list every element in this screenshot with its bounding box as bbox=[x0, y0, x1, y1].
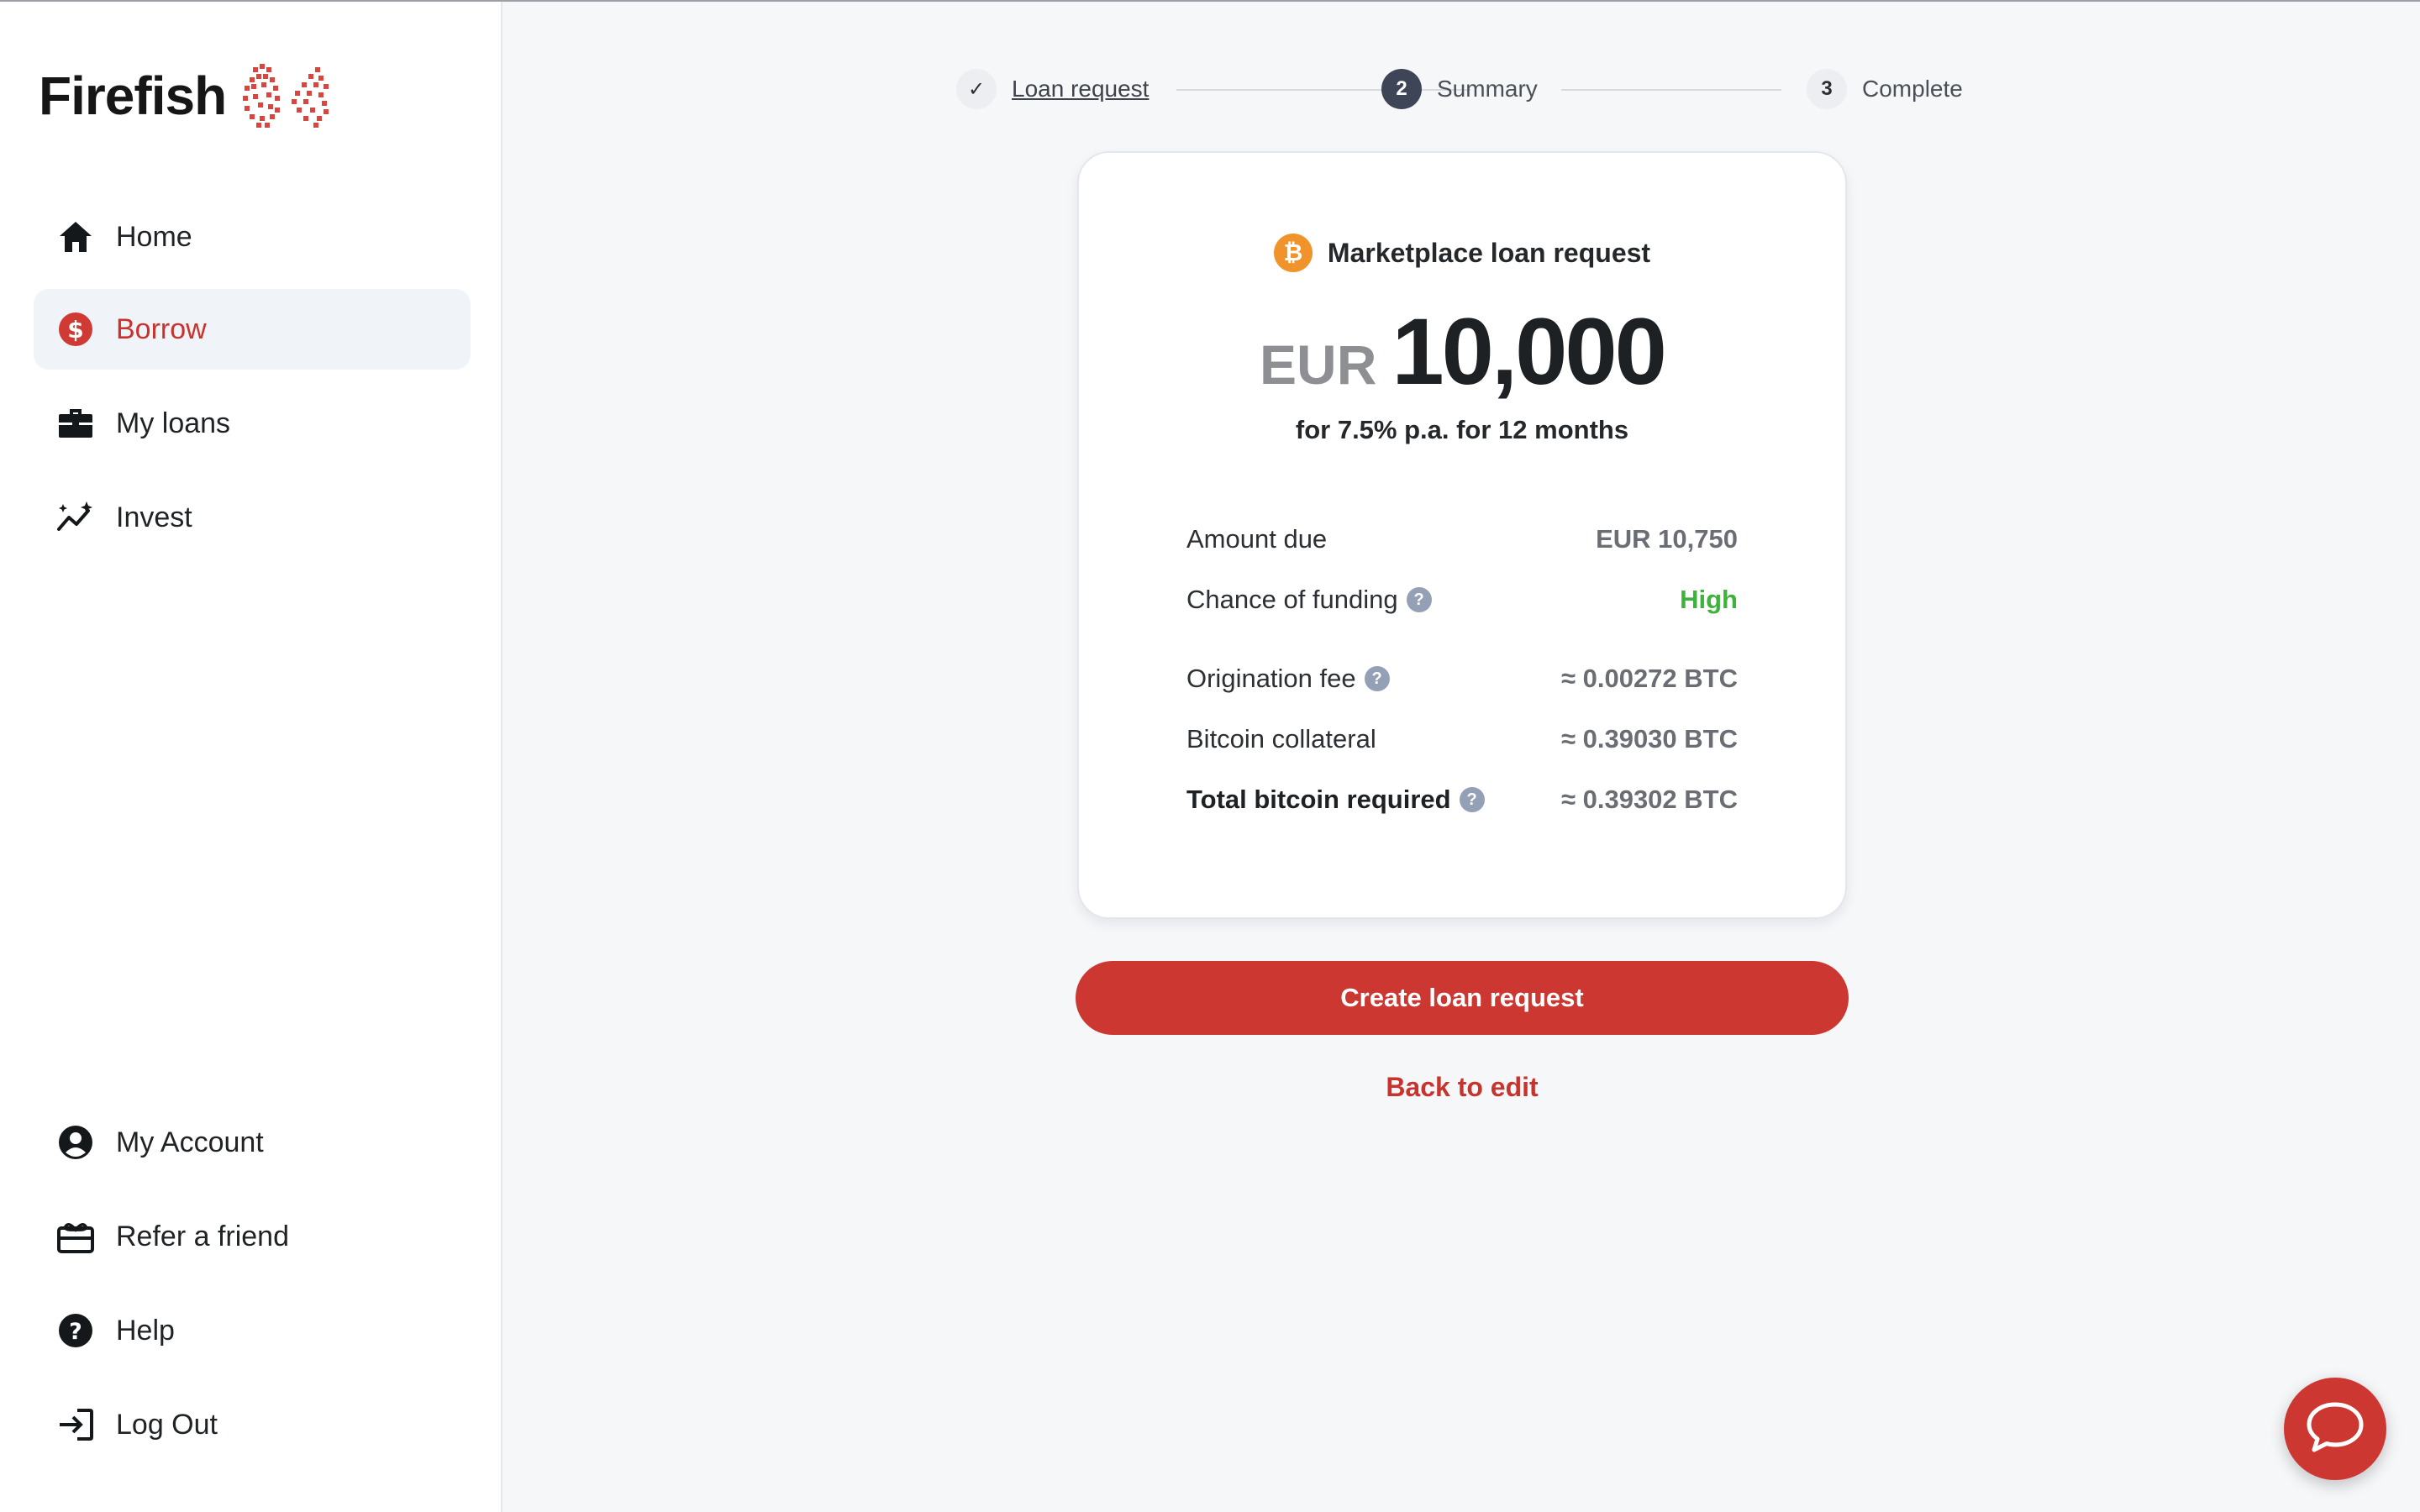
row-label: Chance of funding bbox=[1186, 585, 1398, 614]
loan-terms: for 7.5% p.a. for 12 months bbox=[1295, 415, 1629, 444]
step-loan-request[interactable]: ✓ Loan request bbox=[956, 67, 1149, 111]
home-icon bbox=[54, 215, 97, 259]
row-label-wrap: Chance of funding ? bbox=[1186, 585, 1432, 615]
sidebar-item-refer-a-friend[interactable]: Refer a friend bbox=[34, 1196, 471, 1277]
step-connector bbox=[1561, 89, 1781, 91]
step-number: 2 bbox=[1381, 69, 1422, 109]
row-label: Origination fee bbox=[1186, 664, 1356, 693]
briefcase-icon bbox=[54, 402, 97, 445]
gift-card-icon bbox=[54, 1215, 97, 1258]
step-complete: 3 Complete bbox=[1807, 67, 1963, 111]
chat-bubble-icon bbox=[2306, 1401, 2365, 1457]
loan-amount-value: 10,000 bbox=[1392, 299, 1667, 404]
chat-button[interactable] bbox=[2284, 1378, 2386, 1480]
loan-amount: EUR 10,000 bbox=[1079, 297, 1845, 406]
sidebar-item-label: My loans bbox=[116, 407, 231, 439]
sidebar-item-invest[interactable]: Invest bbox=[34, 477, 471, 558]
step-number: 3 bbox=[1807, 69, 1847, 109]
logout-icon bbox=[54, 1403, 97, 1446]
card-title: ₿ Marketplace loan request bbox=[1079, 234, 1845, 272]
bitcoin-icon: ₿ bbox=[1273, 234, 1313, 272]
info-icon[interactable]: ? bbox=[1459, 787, 1485, 812]
sidebar-item-label: Log Out bbox=[116, 1408, 218, 1441]
sidebar-item-label: My Account bbox=[116, 1126, 264, 1158]
row-amount-due: Amount due EUR 10,750 bbox=[1186, 521, 1738, 558]
svg-text:?: ? bbox=[69, 1319, 82, 1345]
card-title-text: Marketplace loan request bbox=[1327, 237, 1651, 268]
row-label-wrap: Total bitcoin required ? bbox=[1186, 785, 1485, 815]
sidebar-item-borrow[interactable]: $ Borrow bbox=[34, 289, 471, 370]
row-value: ≈ 0.39030 BTC bbox=[1560, 724, 1738, 753]
step-label: Complete bbox=[1862, 76, 1963, 102]
svg-text:$: $ bbox=[67, 316, 83, 344]
info-icon[interactable]: ? bbox=[1364, 666, 1390, 691]
sidebar-item-label: Help bbox=[116, 1314, 175, 1347]
progress-stepper: ✓ Loan request 2 Summary 3 Complete bbox=[956, 67, 1973, 111]
account-circle-icon bbox=[54, 1121, 97, 1164]
logo[interactable]: Firefish bbox=[39, 62, 334, 129]
sidebar-item-label: Invest bbox=[116, 501, 192, 533]
loan-currency: EUR bbox=[1260, 333, 1377, 396]
sidebar-item-home[interactable]: Home bbox=[34, 197, 471, 277]
step-label: Summary bbox=[1437, 76, 1538, 102]
step-summary: 2 Summary bbox=[1381, 67, 1538, 111]
loan-summary-card: ₿ Marketplace loan request EUR 10,000 fo… bbox=[1077, 151, 1847, 919]
row-value: ≈ 0.00272 BTC bbox=[1560, 664, 1738, 693]
row-label: Amount due bbox=[1186, 524, 1328, 554]
row-total-bitcoin-required: Total bitcoin required ? ≈ 0.39302 BTC bbox=[1186, 781, 1738, 818]
sparkle-chart-icon bbox=[54, 496, 97, 539]
sidebar-item-label: Borrow bbox=[116, 312, 207, 345]
sidebar-item-label: Refer a friend bbox=[116, 1220, 289, 1252]
step-label[interactable]: Loan request bbox=[1012, 76, 1149, 102]
row-label: Total bitcoin required bbox=[1186, 785, 1451, 814]
info-icon[interactable]: ? bbox=[1406, 587, 1432, 612]
row-value: ≈ 0.39302 BTC bbox=[1560, 785, 1738, 814]
back-to-edit-link[interactable]: Back to edit bbox=[1076, 1072, 1849, 1103]
sidebar-item-my-loans[interactable]: My loans bbox=[34, 383, 471, 464]
sidebar-item-my-account[interactable]: My Account bbox=[34, 1102, 471, 1183]
sidebar-item-log-out[interactable]: Log Out bbox=[34, 1384, 471, 1465]
create-loan-request-button[interactable]: Create loan request bbox=[1076, 961, 1849, 1035]
row-value: High bbox=[1680, 585, 1738, 614]
sidebar-item-label: Home bbox=[116, 220, 192, 253]
row-value: EUR 10,750 bbox=[1596, 524, 1738, 554]
row-chance-of-funding: Chance of funding ? High bbox=[1186, 581, 1738, 618]
dollar-circle-icon: $ bbox=[54, 307, 97, 351]
logo-text: Firefish bbox=[39, 66, 227, 126]
row-label: Bitcoin collateral bbox=[1186, 724, 1376, 753]
row-origination-fee: Origination fee ? ≈ 0.00272 BTC bbox=[1186, 660, 1738, 697]
sidebar: Firefish Home $ Borrow My loans Invest M… bbox=[0, 2, 502, 1512]
row-label-wrap: Origination fee ? bbox=[1186, 664, 1390, 694]
row-bitcoin-collateral: Bitcoin collateral ≈ 0.39030 BTC bbox=[1186, 721, 1738, 758]
sidebar-item-help[interactable]: ? Help bbox=[34, 1290, 471, 1371]
fish-logo-icon bbox=[241, 62, 334, 129]
help-circle-icon: ? bbox=[54, 1309, 97, 1352]
check-icon: ✓ bbox=[956, 69, 997, 109]
